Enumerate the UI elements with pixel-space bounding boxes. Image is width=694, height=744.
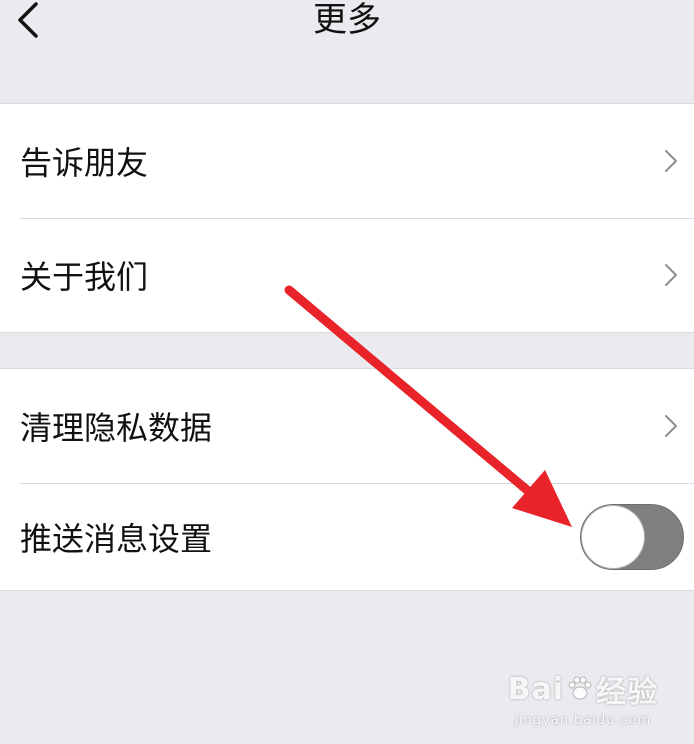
row-label: 关于我们 bbox=[20, 258, 149, 296]
row-label: 推送消息设置 bbox=[20, 519, 213, 558]
navigation-bar: 更多 bbox=[0, 0, 694, 104]
chevron-right-icon bbox=[665, 264, 677, 286]
baidu-jingyan-watermark: Bai 经验 jingyan.baidu.com bbox=[507, 667, 658, 729]
page-title: 更多 bbox=[313, 0, 381, 40]
chevron-right-icon bbox=[665, 150, 677, 172]
watermark-url: jingyan.baidu.com bbox=[514, 713, 652, 728]
push-notification-toggle[interactable] bbox=[580, 503, 684, 570]
watermark-logo: Bai 经验 bbox=[507, 671, 658, 711]
row-push-notification-settings: 推送消息设置 bbox=[0, 483, 694, 590]
settings-group-1: 告诉朋友 关于我们 bbox=[0, 103, 694, 333]
row-label: 清理隐私数据 bbox=[20, 409, 213, 447]
paw-icon bbox=[568, 676, 592, 700]
toggle-knob bbox=[582, 505, 644, 568]
settings-group-2: 清理隐私数据 推送消息设置 bbox=[0, 368, 694, 591]
row-about-us[interactable]: 关于我们 bbox=[0, 218, 694, 332]
row-clear-private-data[interactable]: 清理隐私数据 bbox=[0, 369, 694, 483]
chevron-right-icon bbox=[665, 415, 677, 437]
row-tell-friends[interactable]: 告诉朋友 bbox=[0, 104, 694, 218]
row-label: 告诉朋友 bbox=[20, 144, 149, 182]
